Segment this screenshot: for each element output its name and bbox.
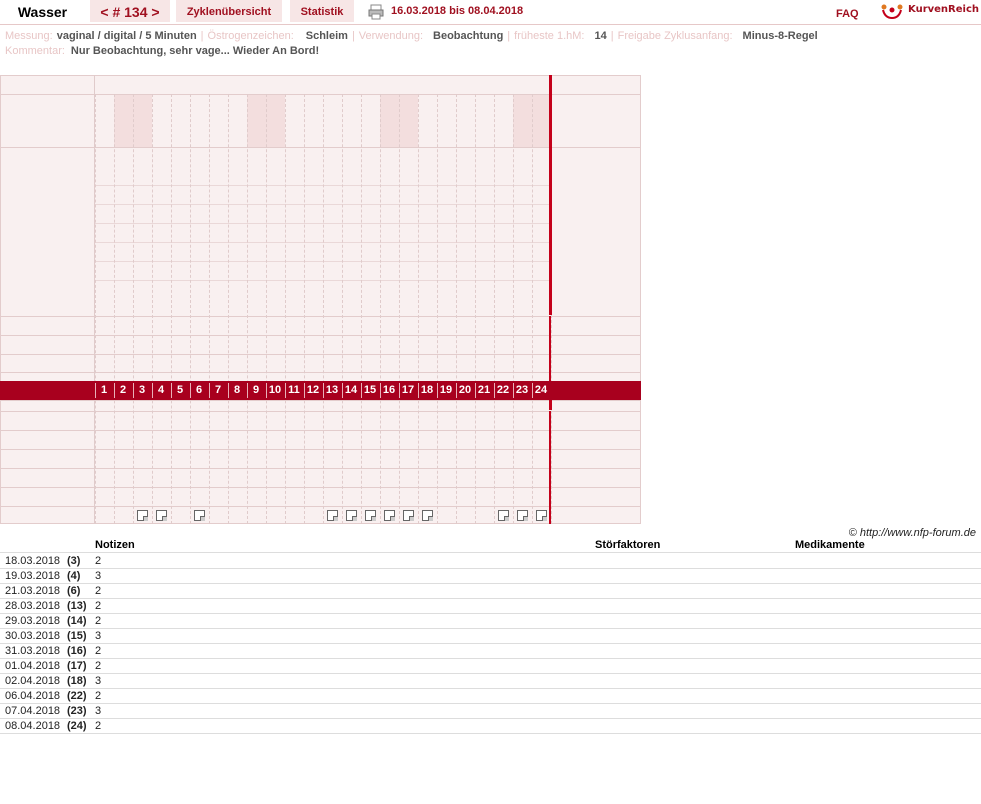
meta-line-1: Messung: vaginal / digital / 5 Minuten | Ös…: [5, 30, 818, 42]
table-row: 02.04.2018 (18) 3: [0, 673, 981, 689]
table-header-stoerfaktoren: Störfaktoren: [595, 539, 661, 551]
freigabe-value: Minus-8-Regel: [742, 30, 818, 42]
row-note: 3: [95, 630, 102, 642]
row-cycle-day: (22): [67, 690, 87, 702]
table-row: 07.04.2018 (23) 3: [0, 703, 981, 719]
freigabe-label: Freigabe Zyklusanfang:: [617, 30, 733, 42]
table-row: 01.04.2018 (17) 2: [0, 658, 981, 674]
row-cycle-day: (4): [67, 570, 81, 582]
table-row: 21.03.2018 (6) 2: [0, 583, 981, 599]
meta-line-2: Kommentar: Nur Beobachtung, sehr vage... …: [5, 45, 319, 57]
row-cycle-day: (13): [67, 600, 87, 612]
cycle-chart: [0, 75, 641, 524]
row-note: 2: [95, 645, 102, 657]
row-cycle-day: (15): [67, 630, 87, 642]
row-note: 2: [95, 585, 102, 597]
row-cycle-day: (16): [67, 645, 87, 657]
kommentar-label: Kommentar:: [5, 45, 65, 57]
fruehest-label: früheste 1.hM:: [514, 30, 585, 42]
messung-label: Messung:: [5, 30, 53, 42]
row-cycle-day: (6): [67, 585, 81, 597]
row-date: 29.03.2018: [5, 615, 61, 627]
row-cycle-day: (24): [67, 720, 87, 732]
row-cycle-day: (23): [67, 705, 87, 717]
row-note: 3: [95, 570, 102, 582]
table-row: 31.03.2018 (16) 2: [0, 643, 981, 659]
row-date: 31.03.2018: [5, 645, 61, 657]
row-cycle-day: (17): [67, 660, 87, 672]
table-header-notizen: Notizen: [95, 539, 135, 551]
row-date: 01.04.2018: [5, 660, 61, 672]
table-row: 18.03.2018 (3) 2: [0, 553, 981, 569]
oestrogen-value: Schleim: [305, 30, 348, 42]
row-note: 2: [95, 690, 102, 702]
row-date: 08.04.2018: [5, 720, 61, 732]
print-icon[interactable]: [368, 4, 384, 20]
row-note: 3: [95, 705, 102, 717]
table-row: 08.04.2018 (24) 2: [0, 718, 981, 734]
row-date: 06.04.2018: [5, 690, 61, 702]
header-divider: [0, 24, 981, 25]
date-range: 16.03.2018 bis 08.04.2018: [391, 5, 524, 17]
row-date: 02.04.2018: [5, 675, 61, 687]
row-date: 30.03.2018: [5, 630, 61, 642]
table-row: 19.03.2018 (4) 3: [0, 568, 981, 584]
row-date: 18.03.2018: [5, 555, 61, 567]
row-cycle-day: (18): [67, 675, 87, 687]
table-row: 29.03.2018 (14) 2: [0, 613, 981, 629]
page-title: Wasser: [0, 0, 85, 22]
row-date: 19.03.2018: [5, 570, 61, 582]
cycle-navigation[interactable]: < # 134 >: [90, 0, 170, 22]
row-note: 3: [95, 675, 102, 687]
row-note: 2: [95, 600, 102, 612]
row-note: 2: [95, 615, 102, 627]
table-row: 30.03.2018 (15) 3: [0, 628, 981, 644]
row-note: 2: [95, 660, 102, 672]
fruehest-value: 14: [594, 30, 607, 42]
tab-zyklenuebersicht[interactable]: Zyklenübersicht: [176, 0, 282, 22]
table-row: 28.03.2018 (13) 2: [0, 598, 981, 614]
oestrogen-label: Östrogenzeichen:: [207, 30, 294, 42]
faq-link[interactable]: FAQ: [836, 8, 859, 20]
messung-value: vaginal / digital / 5 Minuten: [56, 30, 197, 42]
row-date: 07.04.2018: [5, 705, 61, 717]
row-date: 28.03.2018: [5, 600, 61, 612]
verwendung-label: Verwendung:: [358, 30, 424, 42]
row-cycle-day: (14): [67, 615, 87, 627]
row-note: 2: [95, 555, 102, 567]
verwendung-value: Beobachtung: [433, 30, 504, 42]
table-header-medikamente: Medikamente: [795, 539, 865, 551]
logo-text: KurvenReich: [908, 4, 980, 15]
row-cycle-day: (3): [67, 555, 81, 567]
copyright: © http://www.nfp-forum.de: [848, 527, 976, 539]
row-date: 21.03.2018: [5, 585, 61, 597]
tab-statistik[interactable]: Statistik: [290, 0, 354, 22]
row-note: 2: [95, 720, 102, 732]
table-row: 06.04.2018 (22) 2: [0, 688, 981, 704]
kommentar-value: Nur Beobachtung, sehr vage... Wieder An …: [70, 45, 320, 57]
